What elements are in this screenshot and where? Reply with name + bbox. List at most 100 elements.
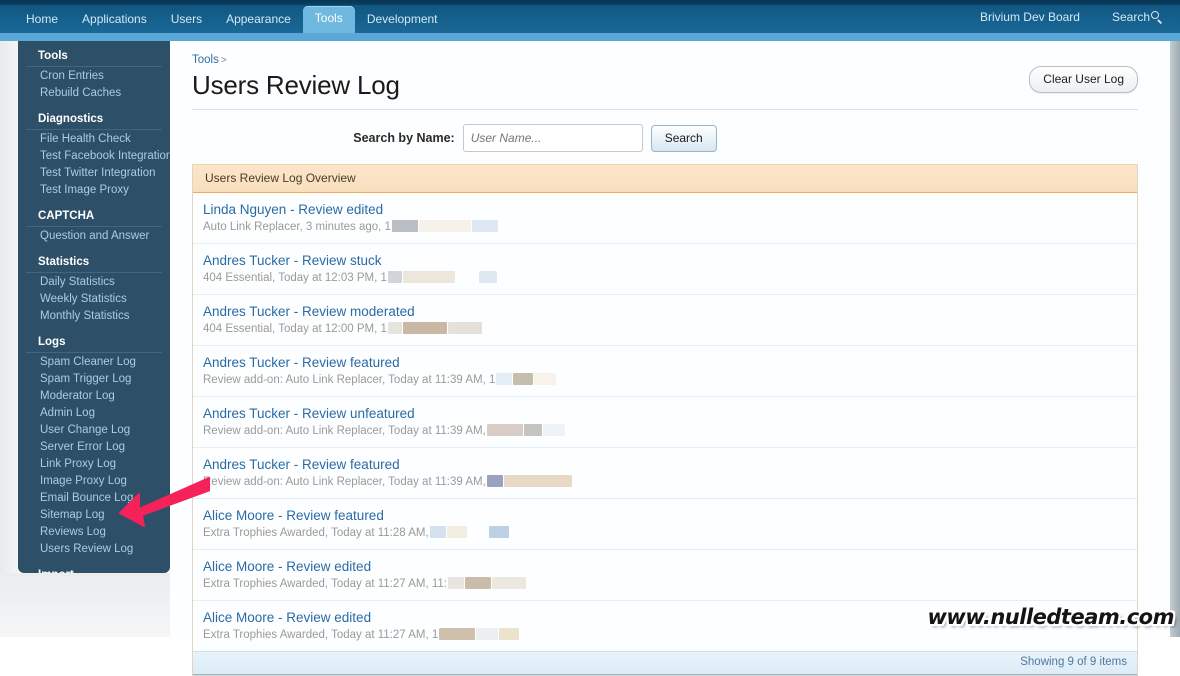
- log-row: Andres Tucker - Review unfeatured Review …: [193, 397, 1137, 448]
- sidebar-item-email-bounce-log[interactable]: Email Bounce Log: [18, 489, 170, 506]
- sidebar-group-tools: Tools Cron Entries Rebuild Caches: [18, 47, 170, 101]
- log-row: Andres Tucker - Review stuck 404 Essentia…: [193, 244, 1137, 295]
- sidebar-item-admin-log[interactable]: Admin Log: [18, 404, 170, 421]
- log-entry-meta-text: Auto Link Replacer, 3 minutes ago, 1: [203, 221, 391, 233]
- log-row: Andres Tucker - Review moderated 404 Esse…: [193, 295, 1137, 346]
- nav-item-users[interactable]: Users: [159, 7, 214, 33]
- log-entry-title-link[interactable]: Andres Tucker - Review stuck: [203, 252, 382, 269]
- watermark: www.nulledteam.com: [927, 605, 1175, 630]
- redacted-block: [486, 424, 523, 436]
- search-button[interactable]: Search: [650, 124, 717, 152]
- redacted-block: [476, 628, 499, 640]
- clear-user-log-button[interactable]: Clear User Log: [1029, 66, 1138, 93]
- board-name-link[interactable]: Brivium Dev Board: [968, 5, 1092, 30]
- sidebar-item-test-image-proxy[interactable]: Test Image Proxy: [18, 181, 170, 198]
- nav-item-development[interactable]: Development: [355, 7, 450, 33]
- log-entry-meta-text: Extra Trophies Awarded, Today at 11:28 A…: [203, 527, 429, 539]
- sidebar-item-users-review-log[interactable]: Users Review Log: [18, 540, 170, 557]
- redacted-block: [492, 577, 526, 589]
- nav-search-button[interactable]: Search: [1108, 5, 1168, 30]
- log-entry-meta: Extra Trophies Awarded, Today at 11:27 A…: [203, 628, 1125, 643]
- sidebar-item-server-error-log[interactable]: Server Error Log: [18, 438, 170, 455]
- nav-accent-band: [0, 33, 1180, 41]
- panel-header: Users Review Log Overview: [193, 164, 1137, 193]
- sidebar-item-question-and-answer[interactable]: Question and Answer: [18, 227, 170, 244]
- log-entry-title-link[interactable]: Andres Tucker - Review unfeatured: [203, 405, 415, 422]
- breadcrumb-separator: >: [220, 55, 227, 66]
- redacted-block: [523, 424, 542, 436]
- log-entry-title-link[interactable]: Andres Tucker - Review featured: [203, 354, 400, 371]
- sidebar-group-title: Tools: [26, 47, 162, 67]
- redacted-block: [391, 220, 418, 232]
- breadcrumb: Tools >: [192, 41, 1138, 66]
- log-entry-title-link[interactable]: Andres Tucker - Review moderated: [203, 303, 415, 320]
- sidebar-item-monthly-statistics[interactable]: Monthly Statistics: [18, 307, 170, 324]
- showing-items-count: Showing 9 of 9 items: [1020, 656, 1127, 668]
- breadcrumb-item-tools[interactable]: Tools: [192, 54, 219, 66]
- log-entry-meta-text: Review add-on: Auto Link Replacer, Today…: [203, 476, 486, 488]
- redacted-block: [387, 271, 402, 283]
- search-by-name-label: Search by Name:: [353, 131, 455, 145]
- nav-search-label: Search: [1111, 10, 1150, 24]
- sidebar-item-cron-entries[interactable]: Cron Entries: [18, 67, 170, 84]
- sidebar-item-rebuild-caches[interactable]: Rebuild Caches: [18, 84, 170, 101]
- sidebar-item-image-proxy-log[interactable]: Image Proxy Log: [18, 472, 170, 489]
- page-title: Users Review Log: [192, 70, 400, 100]
- sidebar-item-test-facebook-integration[interactable]: Test Facebook Integration: [18, 147, 170, 164]
- sidebar-item-sitemap-log[interactable]: Sitemap Log: [18, 506, 170, 523]
- sidebar-item-weekly-statistics[interactable]: Weekly Statistics: [18, 290, 170, 307]
- sidebar-item-file-health-check[interactable]: File Health Check: [18, 130, 170, 147]
- right-edge-strip: [1170, 41, 1180, 637]
- log-entry-meta-text: Review add-on: Auto Link Replacer, Today…: [203, 374, 496, 386]
- redacted-block: [478, 271, 497, 283]
- redacted-block: [447, 322, 482, 334]
- sidebar-item-user-change-log[interactable]: User Change Log: [18, 421, 170, 438]
- redacted-block: [429, 526, 446, 538]
- sidebar-group-title: Logs: [26, 331, 162, 353]
- search-input[interactable]: [462, 124, 643, 152]
- nav-item-tools[interactable]: Tools: [302, 6, 355, 33]
- main-inner: Tools > Users Review Log Clear User Log S…: [170, 41, 1160, 676]
- sidebar-group-title: Statistics: [26, 251, 162, 273]
- log-entry-meta-text: Review add-on: Auto Link Replacer, Today…: [203, 425, 486, 437]
- redacted-block: [488, 526, 509, 538]
- log-entry-title-link[interactable]: Alice Moore - Review edited: [203, 558, 371, 575]
- sidebar-group-import: ImportImport External Data: [18, 564, 170, 573]
- log-entry-title-link[interactable]: Alice Moore - Review edited: [203, 609, 371, 626]
- main-content: Tools > Users Review Log Clear User Log S…: [170, 41, 1180, 676]
- log-entry-title-link[interactable]: Linda Nguyen - Review edited: [203, 201, 383, 218]
- search-by-name-row: Search by Name: Search: [192, 110, 1138, 164]
- redacted-block: [486, 475, 503, 487]
- redacted-block: [387, 322, 402, 334]
- title-row: Users Review Log Clear User Log: [192, 66, 1138, 110]
- log-entry-title-link[interactable]: Alice Moore - Review featured: [203, 507, 384, 524]
- nav-item-applications[interactable]: Applications: [70, 7, 159, 33]
- log-entry-title-link[interactable]: Andres Tucker - Review featured: [203, 456, 400, 473]
- sidebar-item-reviews-log[interactable]: Reviews Log: [18, 523, 170, 540]
- sidebar: Tools Cron Entries Rebuild Caches Diagnosti…: [18, 41, 170, 573]
- sidebar-group-captcha: CAPTCHA Question and Answer: [18, 205, 170, 244]
- sidebar-item-spam-cleaner-log[interactable]: Spam Cleaner Log: [18, 353, 170, 370]
- redacted-block: [402, 271, 455, 283]
- sidebar-item-test-twitter-integration[interactable]: Test Twitter Integration: [18, 164, 170, 181]
- log-entry-meta: Extra Trophies Awarded, Today at 11:27 A…: [203, 577, 1125, 592]
- sidebar-group-statistics: Statistics Daily Statistics Weekly Statist…: [18, 251, 170, 324]
- log-entry-meta-text: 404 Essential, Today at 12:00 PM, 1: [203, 323, 387, 335]
- primary-nav-items: Home Applications Users Appearance Tools Deve…: [14, 5, 450, 33]
- sidebar-item-link-proxy-log[interactable]: Link Proxy Log: [18, 455, 170, 472]
- sidebar-item-spam-trigger-log[interactable]: Spam Trigger Log: [18, 370, 170, 387]
- log-entry-meta: 404 Essential, Today at 12:03 PM, 1: [203, 271, 1125, 286]
- log-entry-meta: Review add-on: Auto Link Replacer, Today…: [203, 373, 1125, 388]
- redacted-block: [465, 577, 491, 589]
- nav-item-home[interactable]: Home: [14, 7, 70, 33]
- sidebar-group-title: Diagnostics: [26, 108, 162, 130]
- log-entry-meta-text: Extra Trophies Awarded, Today at 11:27 A…: [203, 629, 439, 641]
- sidebar-item-daily-statistics[interactable]: Daily Statistics: [18, 273, 170, 290]
- log-entry-meta-text: Extra Trophies Awarded, Today at 11:27 A…: [203, 578, 447, 590]
- nav-item-appearance[interactable]: Appearance: [214, 7, 303, 33]
- sidebar-group-logs: Logs Spam Cleaner Log Spam Trigger Log Mode…: [18, 331, 170, 557]
- sidebar-item-moderator-log[interactable]: Moderator Log: [18, 387, 170, 404]
- redacted-block: [534, 373, 557, 385]
- log-row: Andres Tucker - Review featured Review ad…: [193, 346, 1137, 397]
- redacted-block: [455, 271, 478, 283]
